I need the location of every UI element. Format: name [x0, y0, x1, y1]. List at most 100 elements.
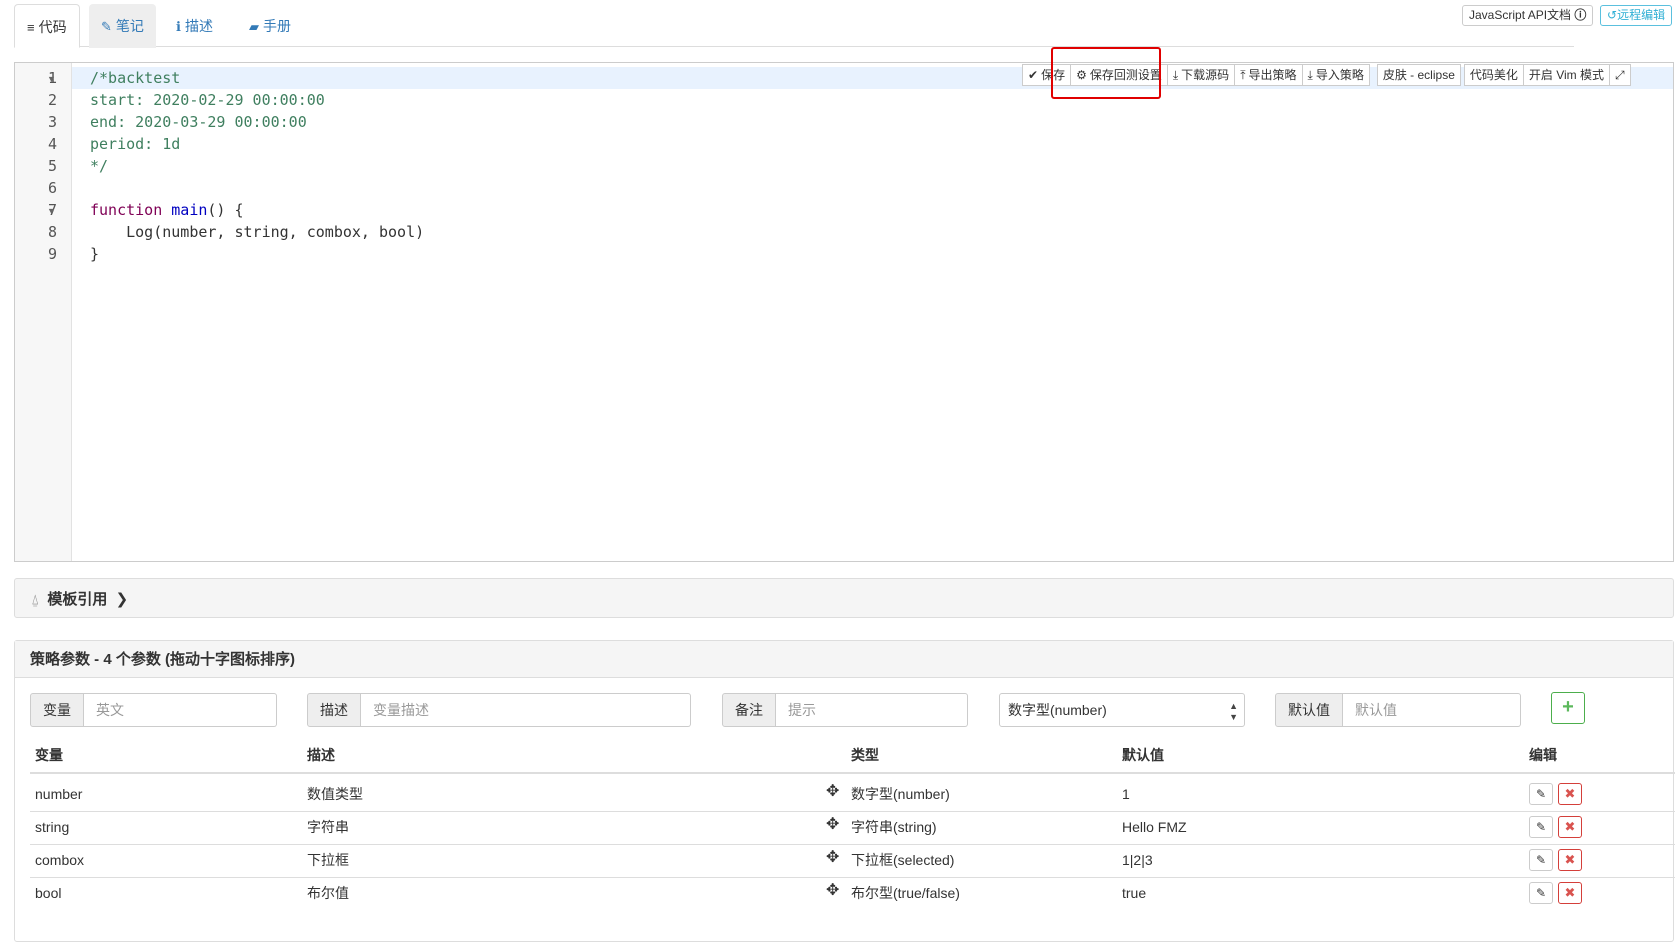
row-default: Hello FMZ: [1122, 819, 1187, 835]
fold-arrow-icon[interactable]: ▼: [47, 67, 56, 89]
remote-edit-button[interactable]: ↺远程编辑: [1600, 5, 1673, 26]
default-value-input[interactable]: 默认值: [1343, 693, 1521, 727]
delete-row-button[interactable]: ✖: [1558, 849, 1582, 871]
line-number: 8: [47, 223, 57, 241]
row-type: 数字型(number): [851, 786, 950, 802]
row-divider: [30, 811, 1675, 812]
delete-row-button[interactable]: ✖: [1558, 816, 1582, 838]
variable-input-group: 变量 英文: [30, 693, 277, 727]
close-icon: ✖: [1564, 819, 1576, 834]
fold-arrow-icon[interactable]: ▼: [47, 199, 56, 221]
beautify-code-button[interactable]: 代码美化: [1463, 64, 1524, 86]
row-type: 字符串(string): [851, 819, 937, 835]
template-panel-title[interactable]: ⍙ 模板引用 ❯: [31, 579, 128, 620]
pencil-icon: ✎: [1535, 787, 1547, 801]
drag-move-icon[interactable]: ✥: [826, 848, 839, 868]
drag-move-icon[interactable]: ✥: [826, 782, 839, 802]
variable-label: 变量: [30, 693, 84, 727]
code-editor[interactable]: 1 ▼ 2 3 4 5 6 7 ▼ 8 9 /*backtest start: …: [14, 62, 1674, 562]
params-panel-header: 策略参数 - 4 个参数 (拖动十字图标排序): [15, 641, 1673, 678]
column-header-type: 类型: [851, 747, 879, 763]
api-doc-button[interactable]: JavaScript API文档 ⓘ: [1462, 5, 1594, 26]
delete-row-button[interactable]: ✖: [1558, 882, 1582, 904]
js-badge-icon: ⍙: [31, 591, 40, 607]
column-header-variable: 变量: [35, 747, 63, 763]
row-default: true: [1122, 885, 1147, 901]
code-line: Log(number, string, combox, bool): [90, 223, 425, 241]
drag-move-icon[interactable]: ✥: [826, 881, 839, 901]
row-variable: bool: [35, 885, 62, 901]
export-strategy-button[interactable]: ⤒ 导出策略: [1234, 64, 1303, 86]
fullscreen-button[interactable]: ⤢: [1609, 64, 1631, 86]
edit-row-button[interactable]: ✎: [1529, 783, 1553, 805]
code-line: start: 2020-02-29 00:00:00: [90, 91, 325, 109]
tab-notes[interactable]: ✎ 笔记: [89, 4, 156, 48]
import-strategy-button[interactable]: ⤓ 导入策略: [1301, 64, 1370, 86]
line-number-gutter: 1 ▼ 2 3 4 5 6 7 ▼ 8 9: [15, 63, 72, 561]
note-input[interactable]: 提示: [776, 693, 968, 727]
pencil-icon: ✎: [1535, 853, 1547, 867]
row-type: 布尔型(true/false): [851, 885, 960, 901]
sync-icon: ↺: [1607, 8, 1618, 22]
download-source-button[interactable]: ⤓ 下载源码: [1166, 64, 1236, 86]
info-circle-icon: ℹ: [176, 19, 181, 34]
line-number: 4: [47, 135, 57, 153]
pencil-icon: ✎: [1535, 886, 1547, 900]
row-variable: string: [35, 819, 70, 835]
code-line: end: 2020-03-29 00:00:00: [90, 113, 307, 131]
tab-manual[interactable]: ▰ 手册: [237, 4, 303, 48]
table-header-divider: [30, 772, 1675, 774]
expand-icon: ⤢: [1615, 68, 1625, 82]
code-line: function main() {: [90, 201, 244, 219]
line-number: 2: [47, 91, 57, 109]
note-input-group: 备注 提示: [722, 693, 968, 727]
template-panel[interactable]: ⍙ 模板引用 ❯: [14, 578, 1674, 618]
edit-row-button[interactable]: ✎: [1529, 849, 1553, 871]
row-description: 数值类型: [307, 786, 363, 802]
description-input[interactable]: 变量描述: [361, 693, 691, 727]
variable-input[interactable]: 英文: [84, 693, 277, 727]
column-header-description: 描述: [307, 747, 335, 763]
row-default: 1|2|3: [1122, 852, 1153, 868]
tab-code[interactable]: ≡ 代码: [14, 4, 80, 48]
row-variable: number: [35, 786, 83, 802]
skin-button[interactable]: 皮肤 - eclipse: [1376, 64, 1461, 86]
strategy-params-panel: 策略参数 - 4 个参数 (拖动十字图标排序) 变量 英文 描述 变量描述 备注…: [14, 640, 1675, 942]
row-description: 字符串: [307, 819, 349, 835]
type-select[interactable]: 数字型(number) ▲ ▼: [999, 693, 1245, 727]
row-divider: [30, 844, 1675, 845]
row-description: 下拉框: [307, 852, 349, 868]
edit-row-button[interactable]: ✎: [1529, 882, 1553, 904]
close-icon: ✖: [1564, 885, 1576, 900]
description-input-group: 描述 变量描述: [307, 693, 691, 727]
row-variable: combox: [35, 852, 85, 868]
row-divider: [30, 877, 1675, 878]
edit-icon: ✎: [101, 19, 112, 34]
line-number: 3: [47, 113, 57, 131]
add-param-button[interactable]: +: [1551, 692, 1585, 724]
line-number: 6: [47, 179, 57, 197]
row-type: 下拉框(selected): [851, 852, 955, 868]
tab-description[interactable]: ℹ 描述: [164, 4, 225, 48]
code-line: period: 1d: [90, 135, 181, 153]
default-value-label: 默认值: [1275, 693, 1343, 727]
select-arrows-icon: ▲ ▼: [1229, 701, 1238, 722]
default-value-input-group: 默认值 默认值: [1275, 693, 1521, 727]
params-panel-title: 策略参数 - 4 个参数 (拖动十字图标排序): [30, 651, 295, 668]
plus-icon: +: [1562, 696, 1574, 718]
code-line: /*backtest: [90, 69, 181, 87]
code-line: }: [90, 245, 100, 263]
delete-row-button[interactable]: ✖: [1558, 783, 1582, 805]
row-default: 1: [1122, 786, 1130, 802]
code-line: */: [90, 157, 109, 175]
vim-mode-button[interactable]: 开启 Vim 模式: [1522, 64, 1611, 86]
edit-row-button[interactable]: ✎: [1529, 816, 1553, 838]
download-icon: ⤓: [1172, 68, 1179, 82]
editor-tabs: ≡ 代码 ✎ 笔记 ℹ 描述 ▰ 手册: [14, 0, 1574, 48]
import-icon: ⤓: [1307, 68, 1313, 82]
row-description: 布尔值: [307, 885, 349, 901]
drag-move-icon[interactable]: ✥: [826, 815, 839, 835]
list-icon: ≡: [27, 20, 35, 35]
line-number: 9: [47, 245, 57, 263]
description-label: 描述: [307, 693, 361, 727]
